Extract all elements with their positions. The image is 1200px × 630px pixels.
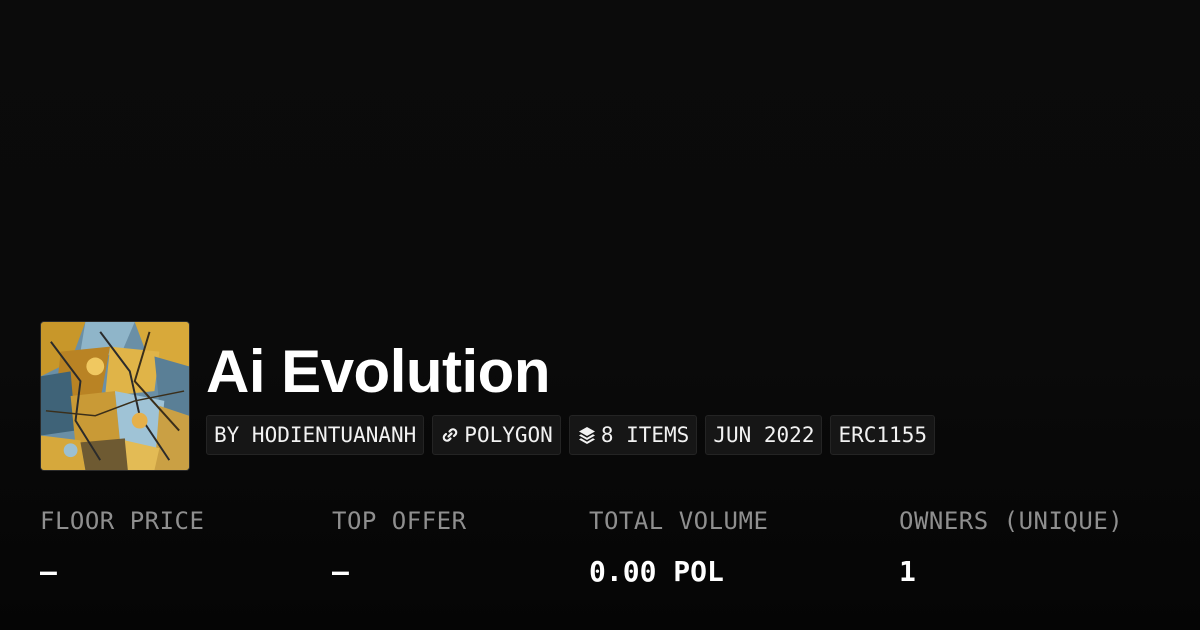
collection-title: Ai Evolution xyxy=(206,338,550,405)
stat-top-offer-label: TOP OFFER xyxy=(332,507,467,535)
stat-floor-price: FLOOR PRICE – xyxy=(40,504,204,589)
layers-icon xyxy=(577,425,597,445)
stat-total-volume: TOTAL VOLUME 0.00 POL xyxy=(589,504,768,589)
collection-thumbnail xyxy=(40,321,190,471)
created-date-label: JUN 2022 xyxy=(713,423,815,447)
created-date-tag: JUN 2022 xyxy=(705,415,823,455)
stat-floor-price-value: – xyxy=(40,555,57,588)
items-count-label: 8 ITEMS xyxy=(600,423,690,447)
stat-top-offer-value: – xyxy=(332,555,349,588)
items-count-tag: 8 ITEMS xyxy=(568,415,698,455)
chain-tag[interactable]: POLYGON xyxy=(432,415,561,455)
creator-tag-label: BY HODIENTUANANH xyxy=(214,423,417,447)
stat-owners-label: OWNERS (UNIQUE) xyxy=(899,507,1124,535)
collection-artwork-image xyxy=(41,322,189,470)
stat-total-volume-value: 0.00 POL xyxy=(589,555,724,588)
stat-owners: OWNERS (UNIQUE) 1 xyxy=(899,504,1123,589)
stat-floor-price-label: FLOOR PRICE xyxy=(40,507,205,535)
chain-tag-label: POLYGON xyxy=(464,423,553,447)
creator-tag[interactable]: BY HODIENTUANANH xyxy=(206,415,425,455)
stat-top-offer: TOP OFFER – xyxy=(332,504,467,589)
token-standard-tag: ERC1155 xyxy=(830,415,935,455)
stat-total-volume-label: TOTAL VOLUME xyxy=(589,507,769,535)
token-standard-label: ERC1155 xyxy=(838,423,927,447)
link-icon xyxy=(440,425,460,445)
stat-owners-value: 1 xyxy=(899,555,916,588)
collection-card: Ai Evolution BY HODIENTUANANH POLYGON 8 … xyxy=(0,0,1200,630)
collection-tags: BY HODIENTUANANH POLYGON 8 ITEMS JUN 202… xyxy=(206,415,935,455)
